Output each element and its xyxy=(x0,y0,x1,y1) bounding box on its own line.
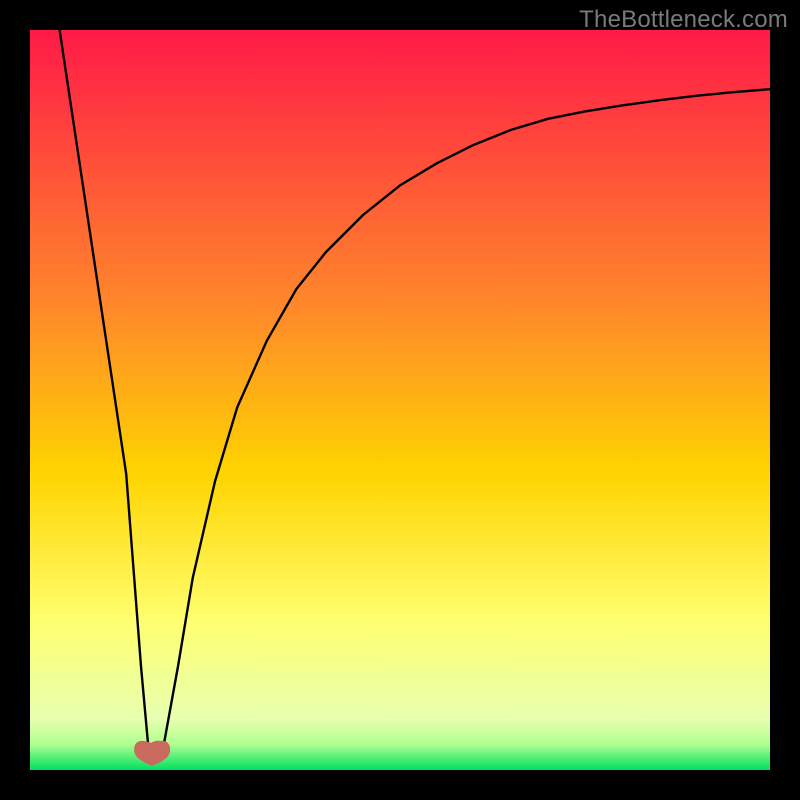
chart-svg xyxy=(30,30,770,770)
chart-plot-area xyxy=(30,30,770,770)
watermark-text: TheBottleneck.com xyxy=(579,6,788,34)
chart-frame: TheBottleneck.com xyxy=(0,0,800,800)
